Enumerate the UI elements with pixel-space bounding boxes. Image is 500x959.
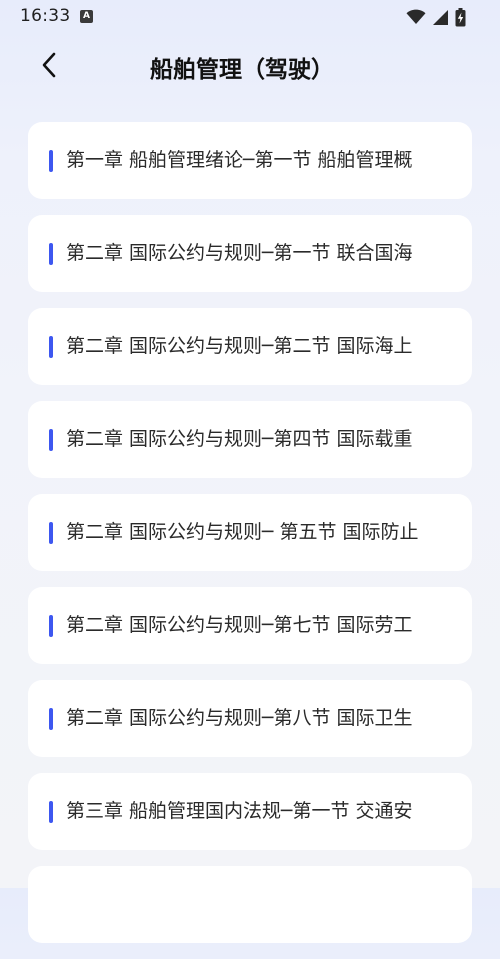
list-item-label: 第二章 国际公约与规则─第七节 国际劳工	[66, 614, 413, 636]
accent-bar	[49, 522, 53, 544]
accent-bar	[49, 243, 53, 265]
battery-charging-icon	[455, 7, 466, 26]
accent-bar	[49, 708, 53, 730]
status-bar: 16:33 A	[0, 0, 500, 34]
accent-bar	[49, 150, 53, 172]
accent-bar	[49, 429, 53, 451]
back-button[interactable]	[32, 48, 66, 82]
list-item-label: 第二章 国际公约与规则─第二节 国际海上	[66, 335, 413, 357]
list-item[interactable]: 第二章 国际公约与规则─第八节 国际卫生	[28, 680, 472, 757]
accent-bar	[49, 336, 53, 358]
list-item-label: 第二章 国际公约与规则─第八节 国际卫生	[66, 707, 413, 729]
page-title: 船舶管理（驾驶）	[150, 57, 334, 83]
accent-bar	[49, 801, 53, 823]
list-item-label: 第一章 船舶管理绪论─第一节 船舶管理概	[66, 149, 413, 171]
list-item[interactable]: 第二章 国际公约与规则─第二节 国际海上	[28, 308, 472, 385]
wifi-icon	[406, 9, 426, 24]
list-item[interactable]: 第二章 国际公约与规则─第四节 国际载重	[28, 401, 472, 478]
accent-bar	[49, 615, 53, 637]
list-item[interactable]: 第二章 国际公约与规则─第一节 联合国海	[28, 215, 472, 292]
list-item[interactable]: 第一章 船舶管理绪论─第一节 船舶管理概	[28, 122, 472, 199]
app-notification-icon: A	[80, 10, 93, 23]
chevron-left-icon	[42, 52, 56, 78]
list-item[interactable]: 第二章 国际公约与规则─第七节 国际劳工	[28, 587, 472, 664]
status-time: 16:33	[20, 6, 71, 26]
list-item-partial[interactable]	[28, 866, 472, 943]
list-item-label: 第二章 国际公约与规则─ 第五节 国际防止	[66, 521, 419, 543]
list-item[interactable]: 第三章 船舶管理国内法规─第一节 交通安	[28, 773, 472, 850]
navigation-bar: 船舶管理（驾驶）	[0, 34, 500, 100]
status-icons	[406, 7, 466, 27]
list-item-label: 第二章 国际公约与规则─第四节 国际载重	[66, 428, 413, 450]
cellular-signal-icon	[433, 9, 448, 25]
list-item-label: 第三章 船舶管理国内法规─第一节 交通安	[66, 800, 413, 822]
chapter-list: 第一章 船舶管理绪论─第一节 船舶管理概 第二章 国际公约与规则─第一节 联合国…	[28, 122, 472, 959]
list-item[interactable]: 第二章 国际公约与规则─ 第五节 国际防止	[28, 494, 472, 571]
list-item-label: 第二章 国际公约与规则─第一节 联合国海	[66, 242, 413, 264]
